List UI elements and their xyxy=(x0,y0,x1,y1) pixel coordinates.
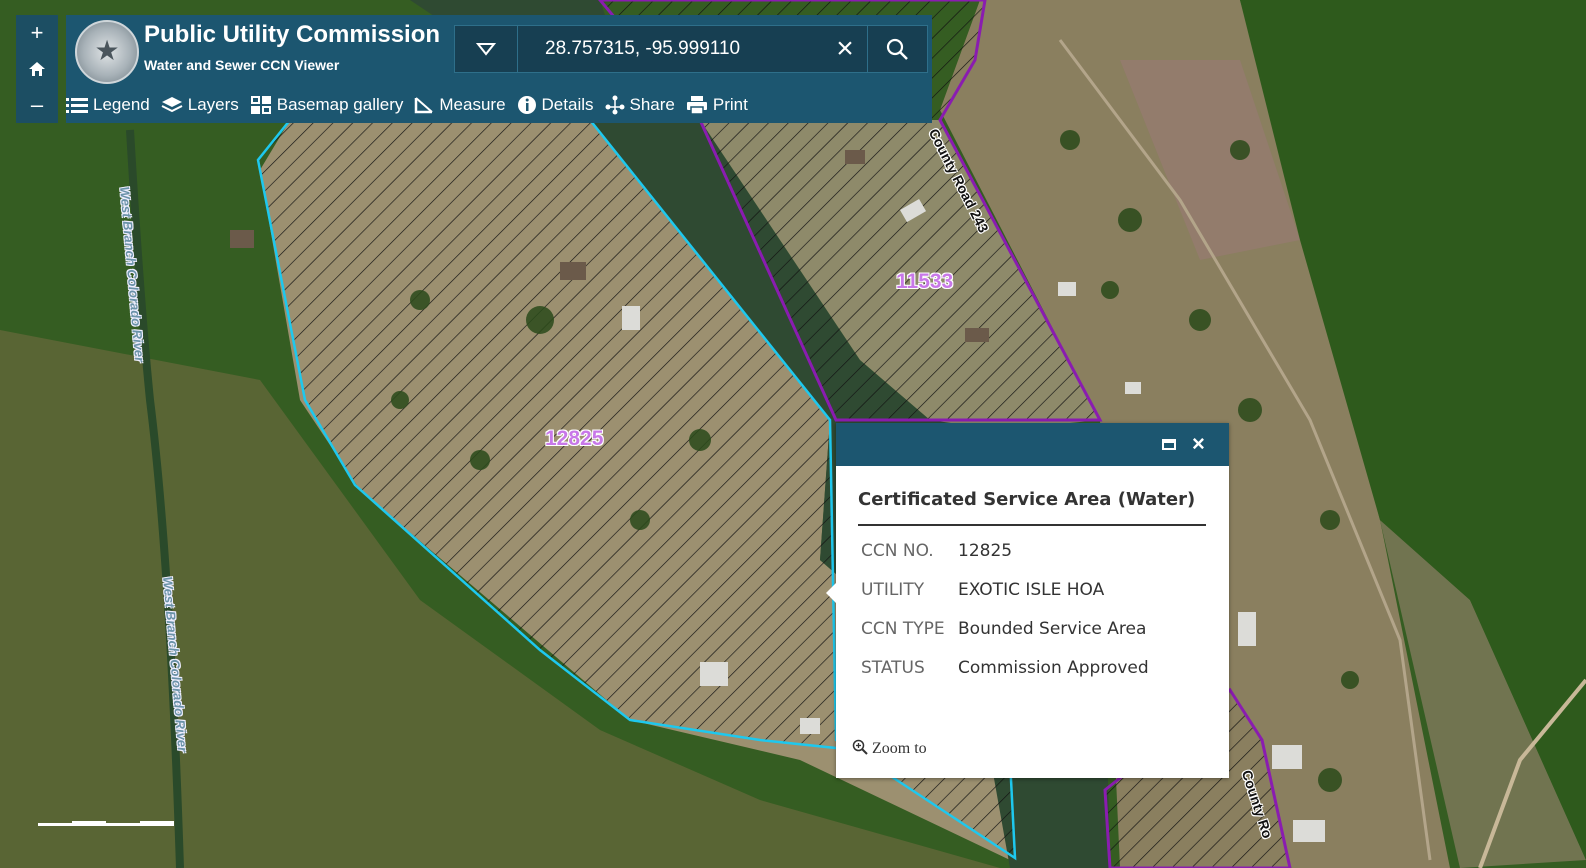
measure-button[interactable]: Measure xyxy=(414,95,506,115)
home-button[interactable] xyxy=(16,51,58,87)
popup-header: × xyxy=(836,423,1229,466)
zoom-to-label: Zoom to xyxy=(872,740,927,757)
basemap-gallery-label: Basemap gallery xyxy=(276,95,404,114)
app-subtitle: Water and Sewer CCN Viewer xyxy=(144,57,340,73)
measure-label: Measure xyxy=(439,95,506,114)
attribute-value: Bounded Service Area xyxy=(958,619,1147,639)
legend-button[interactable]: Legend xyxy=(66,95,150,115)
ccn-label-11533: 11533 xyxy=(896,270,954,293)
attribute-row: UTILITY EXOTIC ISLE HOA xyxy=(861,580,1104,600)
puc-seal-logo: ★ xyxy=(75,20,139,84)
basemap-gallery-button[interactable]: Basemap gallery xyxy=(250,95,404,115)
zoom-in-icon xyxy=(852,739,868,755)
home-icon xyxy=(29,62,45,76)
attribute-value: Commission Approved xyxy=(958,658,1149,678)
attribute-row: CCN NO. 12825 xyxy=(861,541,1012,561)
attribute-value: EXOTIC ISLE HOA xyxy=(958,580,1105,600)
print-button[interactable]: Print xyxy=(686,95,748,115)
attribute-value: 12825 xyxy=(958,541,1013,561)
share-label: Share xyxy=(629,95,675,114)
layers-icon xyxy=(161,97,183,113)
app-title: Public Utility Commission xyxy=(144,21,441,48)
measure-icon xyxy=(415,97,434,114)
attribute-row: CCN TYPE Bounded Service Area xyxy=(861,619,1146,639)
search-input[interactable] xyxy=(519,26,845,72)
attribute-key: STATUS xyxy=(861,658,925,678)
app-header: ★ Public Utility Commission Water and Se… xyxy=(66,15,932,123)
search-source-dropdown[interactable] xyxy=(455,26,518,72)
layers-button[interactable]: Layers xyxy=(161,95,239,115)
search-icon xyxy=(886,38,908,60)
zoom-controls: + – xyxy=(16,15,58,123)
share-button[interactable]: Share xyxy=(605,95,675,115)
clear-search-icon[interactable]: × xyxy=(827,26,863,72)
caret-down-icon xyxy=(476,43,496,56)
zoom-to-link[interactable]: Zoom to xyxy=(852,739,927,758)
ccn-label-12825: 12825 xyxy=(545,427,604,450)
attribute-row: STATUS Commission Approved xyxy=(861,658,1149,678)
maximize-icon[interactable] xyxy=(1162,439,1176,450)
zoom-in-button[interactable]: + xyxy=(16,15,58,51)
details-button[interactable]: Details xyxy=(517,95,594,115)
zoom-out-button[interactable]: – xyxy=(16,87,58,123)
popup-pointer xyxy=(826,583,836,603)
attribute-key: UTILITY xyxy=(861,580,925,600)
popup-divider xyxy=(858,524,1206,526)
feature-popup: × Certificated Service Area (Water) CCN … xyxy=(826,423,1229,778)
print-label: Print xyxy=(712,95,748,114)
toolbar: Legend Layers Basemap gallery Measure De… xyxy=(66,87,759,123)
list-icon xyxy=(66,98,88,113)
attribute-key: CCN TYPE xyxy=(861,619,945,639)
info-icon xyxy=(517,96,536,114)
attribute-key: CCN NO. xyxy=(861,541,934,561)
details-label: Details xyxy=(541,95,594,114)
print-icon xyxy=(686,96,707,115)
map-canvas[interactable] xyxy=(0,0,1586,868)
share-icon xyxy=(605,95,624,115)
close-icon[interactable]: × xyxy=(1192,431,1205,457)
search-box: × xyxy=(454,25,928,73)
layers-label: Layers xyxy=(187,95,239,114)
search-button[interactable] xyxy=(867,26,926,72)
basemap-gallery-icon xyxy=(250,96,271,114)
legend-label: Legend xyxy=(93,95,150,114)
popup-title: Certificated Service Area (Water) xyxy=(858,489,1196,510)
